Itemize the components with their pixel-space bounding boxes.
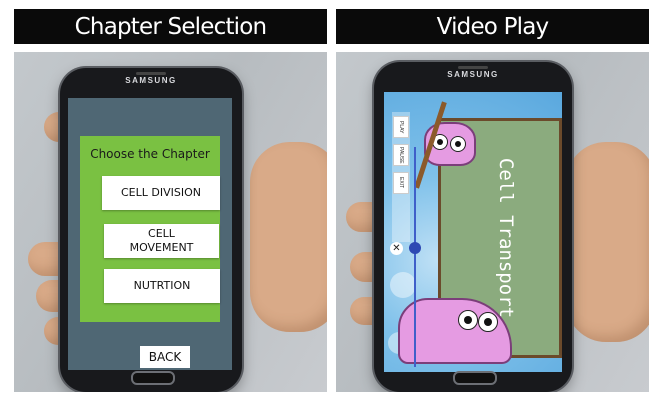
- photo: SAMSUNG Choose the Chapter CELL DIVISION…: [14, 52, 327, 392]
- cell-movement-button[interactable]: CELL MOVEMENT: [104, 224, 219, 258]
- speaker: [458, 66, 488, 69]
- eye: [450, 136, 466, 152]
- phone: SAMSUNG Choose the Chapter CELL DIVISION…: [60, 68, 242, 392]
- chapter-card: Choose the Chapter CELL DIVISION CELL MO…: [80, 136, 220, 322]
- home-button[interactable]: [453, 371, 497, 385]
- video-controls: PLAY PAUSE EXIT: [392, 112, 410, 242]
- bokeh: [390, 272, 416, 298]
- seek-track[interactable]: [414, 147, 416, 367]
- video-screen[interactable]: Cell Transport PLAY PAUSE EXIT ✕: [384, 92, 562, 372]
- palm: [566, 142, 649, 342]
- chapter-prompt: Choose the Chapter: [90, 147, 210, 161]
- chapter-selection-panel: Chapter Selection SAMSUNG Choose the Cha…: [14, 0, 327, 394]
- phone-brand: SAMSUNG: [447, 70, 499, 79]
- phone: SAMSUNG Cell Transport PLAY PAUSE EXIT ✕: [374, 62, 572, 392]
- back-button[interactable]: BACK: [140, 346, 190, 368]
- cell-division-button[interactable]: CELL DIVISION: [102, 176, 220, 210]
- play-button[interactable]: PLAY: [393, 116, 409, 138]
- speaker: [136, 72, 166, 75]
- pause-button[interactable]: PAUSE: [393, 144, 409, 166]
- palm: [250, 142, 327, 332]
- photo: SAMSUNG Cell Transport PLAY PAUSE EXIT ✕: [336, 52, 649, 392]
- phone-screen: Choose the Chapter CELL DIVISION CELL MO…: [68, 98, 232, 370]
- phone-brand: SAMSUNG: [125, 76, 177, 85]
- nutrition-button[interactable]: NUTRTION: [104, 269, 220, 303]
- video-play-panel: Video Play SAMSUNG Cell Transport PLAY P…: [336, 0, 649, 394]
- panel-title: Video Play: [336, 9, 649, 44]
- panel-title: Chapter Selection: [14, 9, 327, 44]
- close-icon[interactable]: ✕: [390, 242, 403, 255]
- seek-thumb[interactable]: [409, 242, 421, 254]
- home-button[interactable]: [131, 371, 175, 385]
- exit-button[interactable]: EXIT: [393, 172, 409, 194]
- cell-movement-label: CELL MOVEMENT: [129, 227, 194, 254]
- eye: [458, 310, 478, 330]
- eye: [478, 312, 498, 332]
